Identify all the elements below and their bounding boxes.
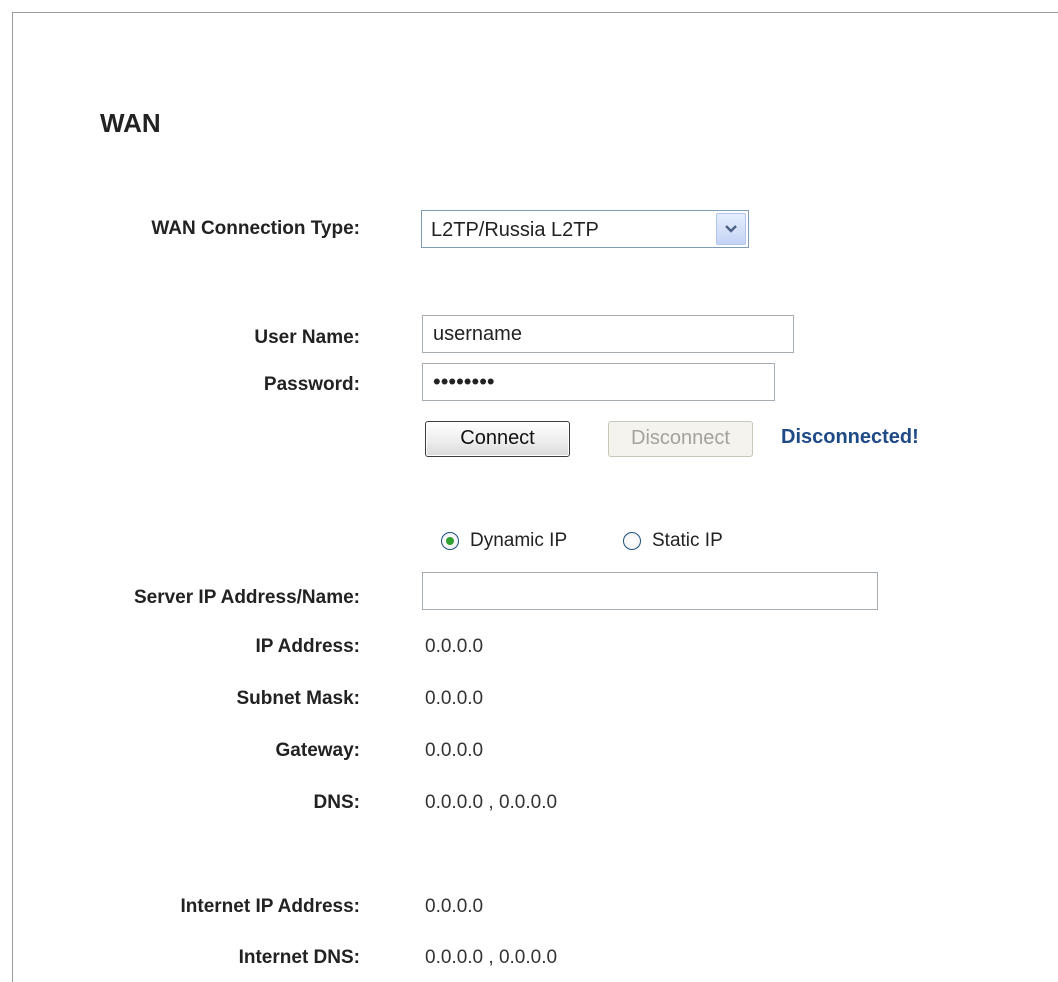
internet-dns-label: Internet DNS: [238,947,360,968]
internet-ip-address-value: 0.0.0.0 [425,896,484,917]
dynamic-ip-label: Dynamic IP [470,530,568,551]
ip-address-label: IP Address: [255,636,360,657]
dns-value: 0.0.0.0 , 0.0.0.0 [425,792,558,813]
wan-settings-page: WAN WAN Connection Type: L2TP/Russia L2T… [0,0,1058,968]
radio-checked-icon[interactable] [441,532,459,550]
internet-ip-address-label: Internet IP Address: [180,896,361,917]
connect-button[interactable]: Connect [425,421,570,457]
page-title: WAN [100,108,161,138]
username-label: User Name: [254,327,360,348]
static-ip-label: Static IP [652,530,723,551]
internet-dns-value: 0.0.0.0 , 0.0.0.0 [425,947,558,968]
dropdown-button[interactable] [716,213,746,245]
connection-status: Disconnected! [781,426,919,448]
disconnect-button[interactable]: Disconnect [608,421,753,457]
password-label: Password: [263,374,360,395]
dns-label: DNS: [313,792,360,813]
subnet-mask-value: 0.0.0.0 [425,688,484,709]
gateway-value: 0.0.0.0 [425,740,484,761]
radio-unchecked-icon[interactable] [623,532,641,550]
chevron-down-icon [725,225,737,233]
ip-address-value: 0.0.0.0 [425,636,484,657]
password-input[interactable] [422,363,775,401]
server-address-label: Server IP Address/Name: [133,587,360,608]
username-input[interactable] [422,315,794,353]
gateway-label: Gateway: [275,740,360,761]
wan-connection-type-label: WAN Connection Type: [151,218,360,239]
subnet-mask-label: Subnet Mask: [236,688,360,709]
server-address-input[interactable] [422,572,878,610]
wan-connection-type-select[interactable]: L2TP/Russia L2TP [421,210,749,248]
wan-connection-type-value: L2TP/Russia L2TP [431,219,599,241]
